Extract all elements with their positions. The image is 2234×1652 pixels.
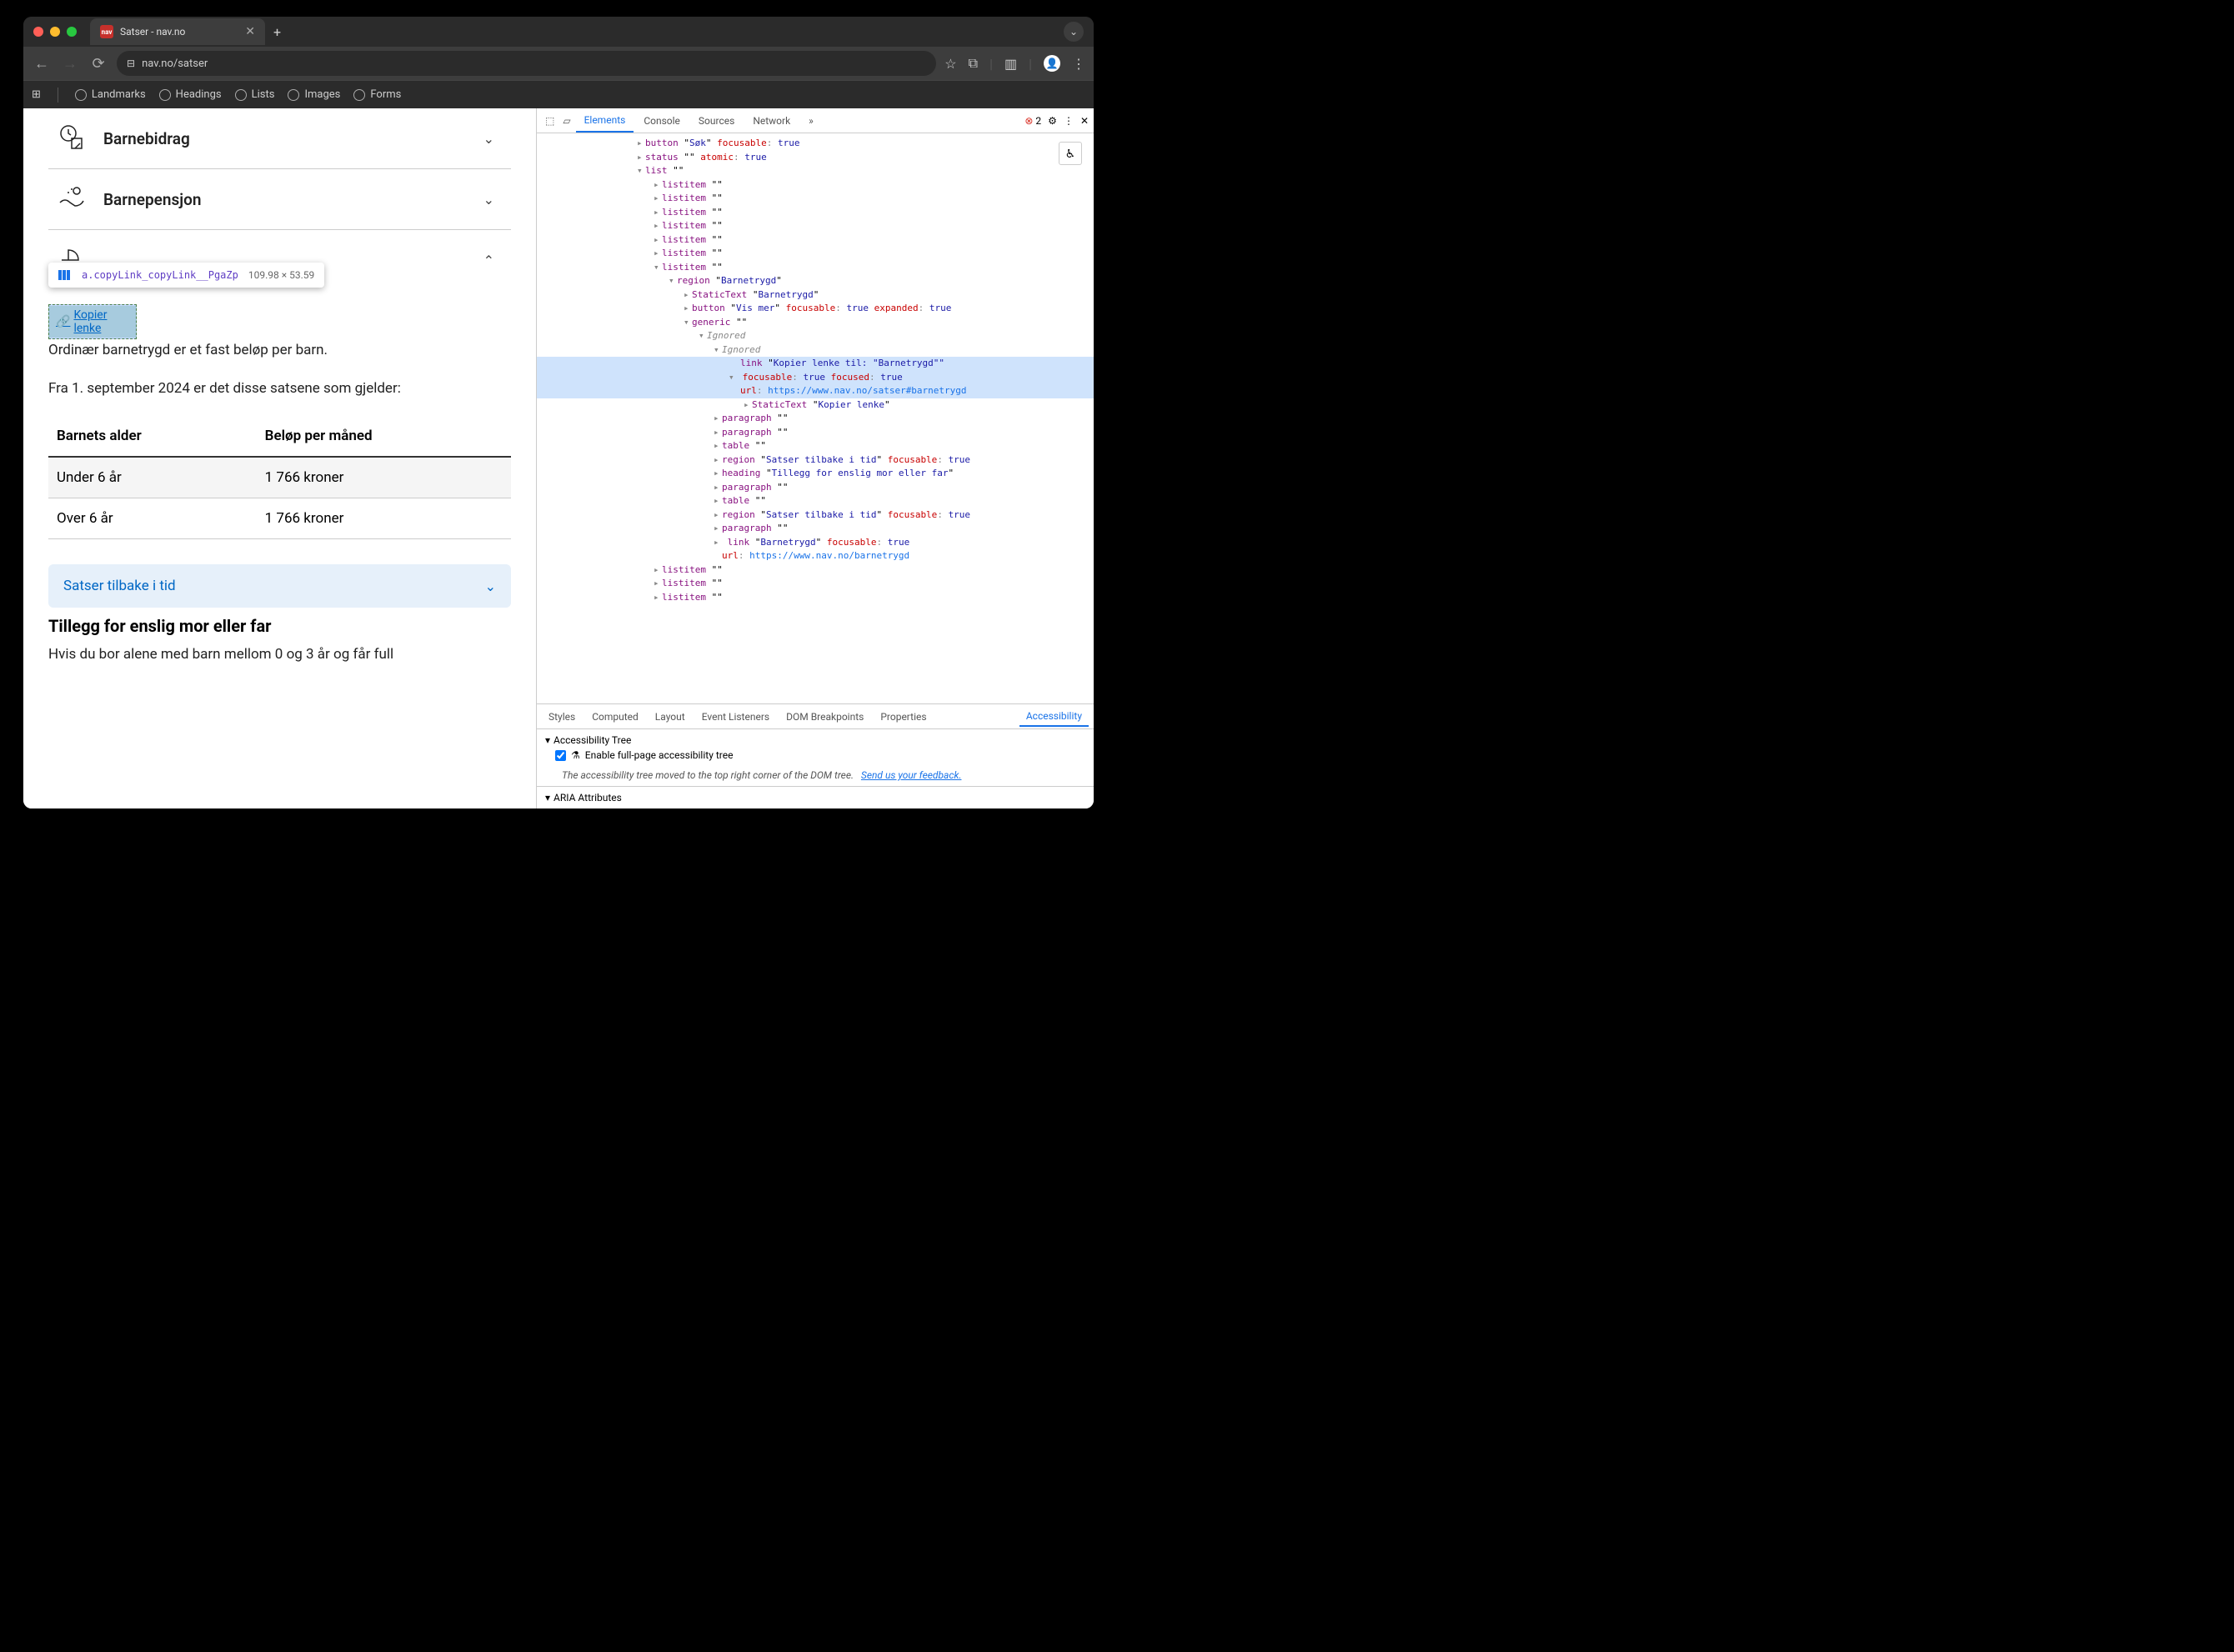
- bookmark-icon[interactable]: ☆: [944, 56, 956, 72]
- table-row: Over 6 år 1 766 kroner: [48, 498, 511, 539]
- a11y-forms[interactable]: Forms: [353, 88, 401, 101]
- a11y-toolbar: ⊞ Landmarks Headings Lists Images Forms: [23, 80, 1094, 108]
- heading: Tillegg for enslig mor eller far: [48, 616, 511, 636]
- tooltip-selector: a.copyLink_copyLink__PgaZp: [82, 269, 238, 281]
- expand-icon[interactable]: ▾: [545, 792, 550, 803]
- error-badge[interactable]: ⊗ 2: [1024, 115, 1041, 127]
- link-icon: 🔗: [56, 315, 70, 328]
- a11y-lists[interactable]: Lists: [235, 88, 275, 101]
- tab-sources[interactable]: Sources: [690, 110, 743, 132]
- webpage: Barnebidrag ⌄ Barnepensjon ⌄ Barnetrygd …: [23, 108, 536, 808]
- a11y-tree-section: ▾Accessibility Tree ⚗ Enable full-page a…: [537, 728, 1094, 786]
- settings-icon[interactable]: ⚙: [1048, 115, 1057, 127]
- devtools-bottom-tabs: Styles Computed Layout Event Listeners D…: [537, 703, 1094, 728]
- tab-console[interactable]: Console: [635, 110, 689, 132]
- anchor-badge-icon: [58, 270, 72, 280]
- a11y-images[interactable]: Images: [288, 88, 340, 101]
- fullpage-a11y-checkbox[interactable]: [555, 750, 566, 761]
- paragraph: Ordinær barnetrygd er et fast beløp per …: [48, 340, 511, 362]
- copy-link[interactable]: 🔗 Kopier lenke: [56, 308, 129, 335]
- accessibility-tree[interactable]: ♿ ▸button "Søk" focusable: true ▸status …: [537, 133, 1094, 703]
- back-button[interactable]: ←: [32, 55, 52, 73]
- btab-properties[interactable]: Properties: [874, 708, 933, 726]
- a11y-landmarks[interactable]: Landmarks: [75, 88, 146, 101]
- inspect-picker-icon[interactable]: ⬚: [542, 112, 558, 130]
- titlebar: nav Satser - nav.no ✕ + ⌄: [23, 17, 1094, 47]
- a11y-panel-button[interactable]: ♿: [1059, 142, 1082, 165]
- menu-icon[interactable]: ⋮: [1072, 56, 1085, 72]
- flask-icon: ⚗: [571, 749, 580, 761]
- accordion-barnepensjon[interactable]: Barnepensjon ⌄: [48, 169, 511, 230]
- a11y-headings[interactable]: Headings: [159, 88, 222, 101]
- feedback-link[interactable]: Send us your feedback.: [861, 769, 962, 781]
- accordion-barnebidrag[interactable]: Barnebidrag ⌄: [48, 108, 511, 169]
- tooltip-dimensions: 109.98 × 53.59: [248, 269, 314, 281]
- inspect-tooltip: a.copyLink_copyLink__PgaZp 109.98 × 53.5…: [48, 263, 324, 288]
- table-row: Under 6 år 1 766 kroner: [48, 457, 511, 498]
- browser-window: nav Satser - nav.no ✕ + ⌄ ← → ⟳ ⊟ nav.no…: [23, 17, 1094, 808]
- content-area: Barnebidrag ⌄ Barnepensjon ⌄ Barnetrygd …: [23, 108, 1094, 808]
- tab-title: Satser - nav.no: [120, 26, 185, 38]
- maximize-window-button[interactable]: [67, 27, 77, 37]
- devtools-tabs: ⬚ ▱ Elements Console Sources Network » ⊗…: [537, 108, 1094, 133]
- table-header: Beløp per måned: [257, 416, 511, 457]
- tab-elements[interactable]: Elements: [576, 109, 634, 133]
- browser-tab[interactable]: nav Satser - nav.no ✕: [90, 18, 265, 45]
- url-bar[interactable]: ⊟ nav.no/satser: [117, 51, 936, 76]
- close-tab-button[interactable]: ✕: [245, 25, 255, 38]
- chevron-down-icon: ⌄: [485, 578, 496, 594]
- btab-event-listeners[interactable]: Event Listeners: [695, 708, 776, 726]
- accordion-title: Barnebidrag: [103, 129, 467, 148]
- reload-button[interactable]: ⟳: [88, 55, 108, 73]
- close-devtools-icon[interactable]: ✕: [1080, 115, 1089, 127]
- chevron-down-icon: ⌄: [483, 131, 494, 147]
- hand-person-icon: [57, 184, 87, 214]
- traffic-lights: [33, 27, 77, 37]
- aria-attributes-section: ▾ARIA Attributes: [537, 786, 1094, 808]
- chevron-up-icon: ⌃: [483, 253, 494, 268]
- close-window-button[interactable]: [33, 27, 43, 37]
- extensions-icon[interactable]: ⧉: [969, 55, 978, 72]
- profile-icon[interactable]: 👤: [1044, 55, 1060, 72]
- inspected-element-highlight: 🔗 Kopier lenke: [48, 306, 137, 338]
- btab-computed[interactable]: Computed: [585, 708, 645, 726]
- expand-icon[interactable]: ▾: [545, 734, 550, 746]
- accordion-title: Barnepensjon: [103, 190, 467, 209]
- more-icon[interactable]: ⋮: [1064, 115, 1074, 127]
- new-tab-button[interactable]: +: [273, 24, 281, 40]
- tab-network[interactable]: Network: [744, 110, 799, 132]
- toolbar: ← → ⟳ ⊟ nav.no/satser ☆ ⧉ | ▥ | 👤 ⋮: [23, 47, 1094, 80]
- favicon-icon: nav: [100, 25, 113, 38]
- btab-accessibility[interactable]: Accessibility: [1019, 707, 1089, 727]
- toolbar-icons: ☆ ⧉ | ▥ | 👤 ⋮: [944, 55, 1085, 72]
- paragraph: Hvis du bor alene med barn mellom 0 og 3…: [48, 644, 511, 666]
- btab-styles[interactable]: Styles: [542, 708, 582, 726]
- more-tabs-icon[interactable]: »: [800, 110, 822, 132]
- table-header: Barnets alder: [48, 416, 257, 457]
- back-in-time-expander[interactable]: Satser tilbake i tid ⌄: [48, 564, 511, 608]
- rates-table: Barnets alder Beløp per måned Under 6 år…: [48, 416, 511, 539]
- site-settings-icon[interactable]: ⊟: [127, 58, 135, 69]
- devtools: ⬚ ▱ Elements Console Sources Network » ⊗…: [536, 108, 1094, 808]
- chevron-down-icon: ⌄: [483, 192, 494, 208]
- clock-pencil-icon: [57, 123, 87, 153]
- btab-layout[interactable]: Layout: [649, 708, 692, 726]
- page-content: Ordinær barnetrygd er et fast beløp per …: [23, 340, 536, 666]
- url-text: nav.no/satser: [142, 58, 208, 70]
- forward-button[interactable]: →: [60, 55, 80, 73]
- paragraph: Fra 1. september 2024 er det disse satse…: [48, 378, 511, 400]
- device-toolbar-icon[interactable]: ▱: [559, 112, 574, 130]
- tabs-dropdown-button[interactable]: ⌄: [1064, 22, 1084, 42]
- grid-icon[interactable]: ⊞: [32, 88, 41, 101]
- reading-list-icon[interactable]: ▥: [1004, 56, 1017, 72]
- selected-tree-node[interactable]: link "Kopier lenke til: "Barnetrygd"": [537, 357, 1094, 371]
- minimize-window-button[interactable]: [50, 27, 60, 37]
- btab-dom-breakpoints[interactable]: DOM Breakpoints: [779, 708, 870, 726]
- back-in-time-label: Satser tilbake i tid: [63, 578, 176, 594]
